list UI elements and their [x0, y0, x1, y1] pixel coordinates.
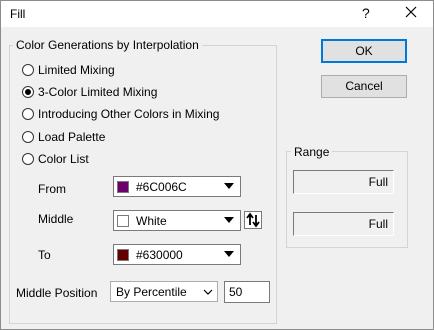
- radio-label: Limited Mixing: [38, 63, 115, 77]
- to-color-select[interactable]: #630000: [113, 244, 241, 265]
- radio-limited-mixing[interactable]: Limited Mixing: [22, 62, 115, 78]
- radio-label: Color List: [38, 152, 89, 166]
- window-title: Fill: [10, 7, 26, 21]
- range-bottom-field: Full: [293, 212, 394, 236]
- from-color-select[interactable]: #6C006C: [113, 176, 241, 197]
- chevron-down-icon: [224, 251, 234, 257]
- swap-vertical-icon[interactable]: [244, 211, 262, 229]
- chevron-down-icon: [224, 217, 234, 223]
- radio-indicator: [22, 108, 34, 120]
- chevron-down-icon: [203, 289, 213, 295]
- help-button[interactable]: ?: [362, 5, 370, 21]
- from-color-value: #6C006C: [136, 179, 187, 194]
- radio-3-color-limited-mixing[interactable]: 3-Color Limited Mixing: [22, 84, 157, 100]
- middle-position-mode-value: By Percentile: [116, 284, 187, 299]
- radio-indicator-selected: [22, 86, 34, 98]
- radio-indicator: [22, 153, 34, 165]
- cancel-button[interactable]: Cancel: [321, 75, 407, 98]
- middle-color-select[interactable]: White: [113, 210, 241, 231]
- radio-label: Introducing Other Colors in Mixing: [38, 107, 220, 121]
- to-label: To: [38, 248, 51, 262]
- interpolation-group-title: Color Generations by Interpolation: [13, 38, 202, 52]
- middle-position-input[interactable]: 50: [224, 281, 270, 303]
- from-label: From: [38, 182, 66, 196]
- radio-label: Load Palette: [38, 130, 106, 144]
- range-top-field: Full: [293, 170, 394, 194]
- radio-load-palette[interactable]: Load Palette: [22, 129, 105, 145]
- ok-button[interactable]: OK: [321, 39, 407, 63]
- close-icon[interactable]: [403, 4, 419, 20]
- to-color-swatch: [117, 248, 129, 261]
- middle-position-mode-select[interactable]: By Percentile: [110, 281, 218, 302]
- middle-color-value: White: [136, 213, 167, 228]
- radio-label: 3-Color Limited Mixing: [38, 85, 158, 99]
- radio-indicator: [22, 64, 34, 76]
- range-group-title: Range: [291, 145, 333, 159]
- middle-color-swatch: [117, 214, 129, 227]
- radio-indicator: [22, 131, 34, 143]
- radio-introducing-other-colors[interactable]: Introducing Other Colors in Mixing: [22, 106, 219, 122]
- radio-color-list[interactable]: Color List: [22, 151, 89, 167]
- chevron-down-icon: [224, 183, 234, 189]
- middle-position-label: Middle Position: [16, 286, 98, 300]
- middle-label: Middle: [38, 212, 74, 226]
- from-color-swatch: [117, 180, 129, 193]
- to-color-value: #630000: [136, 247, 183, 262]
- title-bar: Fill ?: [1, 1, 433, 27]
